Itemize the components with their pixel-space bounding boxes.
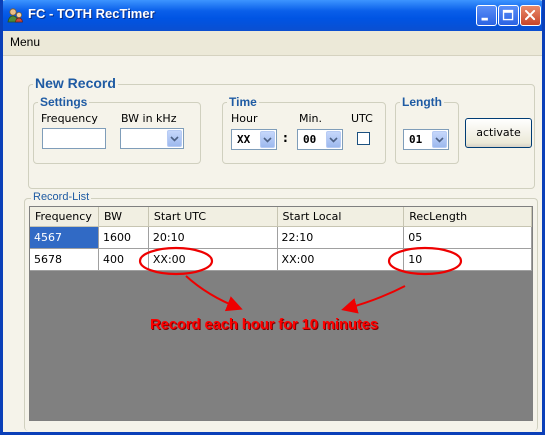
highlight-ellipse-start-utc <box>138 246 214 276</box>
annotation-overlay <box>138 246 463 314</box>
annotation-text: Record each hour for 10 minutes <box>150 316 379 333</box>
annotation-arrow-left <box>185 275 243 312</box>
annotation-arrow-right <box>341 285 406 314</box>
highlight-ellipse-reclength <box>387 246 463 276</box>
app-window: FC - TOTH RecTimer Menu New Record Setti… <box>0 0 545 435</box>
